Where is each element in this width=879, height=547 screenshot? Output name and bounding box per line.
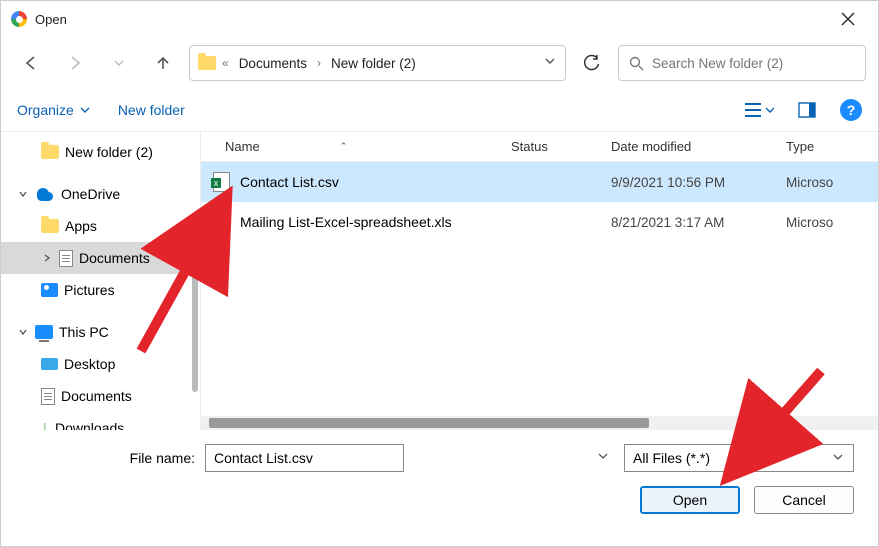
chevron-down-icon (80, 105, 90, 115)
chevron-down-icon (831, 450, 845, 467)
tree-label: Downloads (55, 420, 124, 430)
titlebar: Open (1, 1, 878, 37)
onedrive-icon (35, 188, 55, 201)
close-icon (841, 12, 855, 26)
tree-label: New folder (2) (65, 144, 153, 160)
tree-scrollbar[interactable] (192, 272, 198, 392)
chevron-down-icon (765, 105, 774, 115)
download-icon: ↓ (41, 419, 49, 430)
chrome-icon (11, 11, 27, 27)
file-row[interactable]: Mailing List-Excel-spreadsheet.xls 8/21/… (201, 202, 878, 242)
body: New folder (2) OneDrive Apps Documents P… (1, 132, 878, 430)
preview-pane-icon (798, 102, 816, 118)
cancel-button[interactable]: Cancel (754, 486, 854, 514)
refresh-button[interactable] (574, 45, 610, 81)
back-button[interactable] (13, 45, 49, 81)
tree-item-newfolder2[interactable]: New folder (2) (1, 136, 200, 168)
search-input[interactable] (652, 56, 855, 71)
breadcrumb[interactable]: « Documents › New folder (2) (189, 45, 566, 81)
tree-item-documents-pc[interactable]: Documents (1, 380, 200, 412)
document-icon (59, 250, 73, 267)
sort-indicator-icon: ⌃ (340, 141, 348, 152)
file-type: Microso (786, 215, 878, 230)
tree-label: Documents (79, 250, 150, 266)
search-icon (629, 56, 644, 71)
chevron-right-icon[interactable] (41, 253, 53, 263)
preview-pane-button[interactable] (792, 95, 822, 125)
col-date[interactable]: Date modified (611, 139, 786, 154)
filename-input[interactable] (205, 444, 404, 472)
tree-item-thispc[interactable]: This PC (1, 316, 200, 348)
pc-icon (35, 325, 53, 339)
file-row[interactable]: Contact List.csv 9/9/2021 10:56 PM Micro… (201, 162, 878, 202)
breadcrumb-seg-newfolder[interactable]: New folder (2) (327, 54, 420, 73)
horizontal-scrollbar[interactable] (201, 416, 878, 430)
file-type: Microso (786, 175, 878, 190)
file-name: Mailing List-Excel-spreadsheet.xls (240, 214, 452, 230)
document-icon (41, 388, 55, 405)
breadcrumb-overflow[interactable]: « (222, 56, 229, 70)
view-button[interactable] (744, 95, 774, 125)
open-button[interactable]: Open (640, 486, 740, 514)
folder-icon (41, 145, 59, 159)
scrollbar-thumb[interactable] (209, 418, 649, 428)
nav-row: « Documents › New folder (2) (1, 37, 878, 89)
tree-label: This PC (59, 324, 109, 340)
file-date: 9/9/2021 10:56 PM (611, 175, 786, 190)
organize-label: Organize (17, 102, 74, 118)
tree-item-documents[interactable]: Documents (1, 242, 200, 274)
filetype-filter[interactable]: All Files (*.*) (624, 444, 854, 472)
search-box[interactable] (618, 45, 866, 81)
footer: File name: All Files (*.*) Open Cancel (1, 430, 878, 528)
tree-label: OneDrive (61, 186, 120, 202)
filename-dropdown[interactable] (596, 449, 610, 468)
filter-label: All Files (*.*) (633, 450, 710, 466)
up-button[interactable] (145, 45, 181, 81)
tree-label: Apps (65, 218, 97, 234)
new-folder-label: New folder (118, 102, 185, 118)
tree-item-desktop[interactable]: Desktop (1, 348, 200, 380)
toolbar: Organize New folder ? (1, 89, 878, 132)
list-view-icon (744, 102, 761, 118)
col-type[interactable]: Type (786, 139, 878, 154)
tree-label: Pictures (64, 282, 115, 298)
forward-button[interactable] (57, 45, 93, 81)
tree-item-pictures[interactable]: Pictures (1, 274, 200, 306)
tree-item-apps[interactable]: Apps (1, 210, 200, 242)
file-name: Contact List.csv (240, 174, 339, 190)
close-button[interactable] (828, 4, 868, 34)
breadcrumb-seg-documents[interactable]: Documents (235, 54, 311, 73)
desktop-icon (41, 358, 58, 370)
chevron-right-icon: › (317, 56, 321, 70)
folder-icon (198, 56, 216, 70)
tree-label: Desktop (64, 356, 115, 372)
filename-label: File name: (25, 450, 195, 466)
col-name-label: Name (225, 139, 260, 154)
breadcrumb-dropdown[interactable] (543, 54, 557, 73)
chevron-down-icon[interactable] (17, 189, 29, 199)
csv-file-icon (213, 172, 230, 192)
help-button[interactable]: ? (840, 99, 862, 121)
file-date: 8/21/2021 3:17 AM (611, 215, 786, 230)
file-pane: Name ⌃ Status Date modified Type Contact… (201, 132, 878, 430)
new-folder-button[interactable]: New folder (118, 102, 185, 118)
recent-dropdown[interactable] (101, 45, 137, 81)
folder-icon (41, 219, 59, 233)
xls-file-icon (213, 212, 230, 232)
pictures-icon (41, 283, 58, 297)
tree-label: Documents (61, 388, 132, 404)
tree-item-downloads[interactable]: ↓ Downloads (1, 412, 200, 430)
chevron-down-icon[interactable] (17, 327, 29, 337)
tree-item-onedrive[interactable]: OneDrive (1, 178, 200, 210)
col-status[interactable]: Status (511, 139, 611, 154)
window-title: Open (35, 12, 67, 27)
col-name[interactable]: Name ⌃ (201, 139, 511, 154)
nav-tree[interactable]: New folder (2) OneDrive Apps Documents P… (1, 132, 201, 430)
organize-button[interactable]: Organize (17, 102, 90, 118)
column-headers[interactable]: Name ⌃ Status Date modified Type (201, 132, 878, 162)
